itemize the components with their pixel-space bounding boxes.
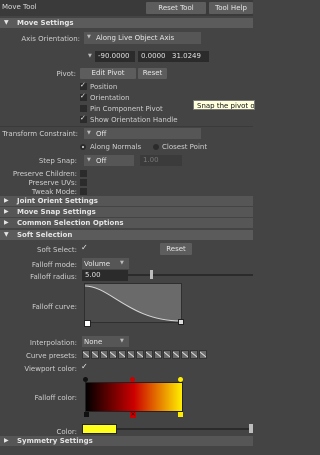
pivot-label: Pivot:	[56, 70, 76, 78]
color-stop-black-marker[interactable]	[84, 412, 89, 417]
falloff-radius-label: Falloff radius:	[30, 273, 77, 281]
dropdown-arrow-icon: ▼	[87, 157, 91, 163]
curve-key-start[interactable]	[84, 320, 91, 327]
coord-x-field[interactable]: -90.0000	[95, 51, 135, 62]
curve-preset-button[interactable]	[145, 350, 153, 359]
color-slider-handle[interactable]	[249, 424, 253, 433]
interpolation-dropdown[interactable]: None ▼	[82, 336, 129, 347]
falloff-radius-slider-handle[interactable]	[149, 270, 153, 279]
tool-help-button[interactable]: Tool Help	[209, 2, 253, 14]
falloff-mode-dropdown[interactable]: Volume ▼	[82, 258, 129, 269]
coord-z-field[interactable]: 31.0249	[169, 51, 209, 62]
curve-preset-button[interactable]	[118, 350, 126, 359]
falloff-curve-editor[interactable]	[84, 283, 182, 323]
preserve-children-label: Preserve Children:	[12, 170, 77, 178]
curve-preset-button[interactable]	[127, 350, 135, 359]
triangle-down-icon: ▼	[4, 19, 9, 26]
curve-preset-button[interactable]	[109, 350, 117, 359]
falloff-radius-slider-track	[128, 274, 253, 276]
orientation-label: Orientation	[90, 94, 130, 102]
falloff-curve-graph	[85, 285, 181, 322]
curve-preset-button[interactable]	[163, 350, 171, 359]
falloff-curve-label: Falloff curve:	[32, 303, 77, 311]
triangle-down-icon: ▼	[4, 231, 9, 238]
falloff-color-label: Falloff color:	[34, 394, 77, 402]
color-label: Color:	[56, 428, 77, 436]
falloff-color-gradient[interactable]	[85, 382, 183, 412]
soft-select-reset-button[interactable]: Reset	[160, 243, 192, 255]
tooltip: Snap the pivot ori	[193, 100, 255, 110]
coord-y-field[interactable]: 0.0000	[138, 51, 173, 62]
joint-orient-settings-header[interactable]: ▶ Joint Orient Settings	[0, 196, 253, 206]
check-icon[interactable]: ✓	[81, 243, 88, 252]
curve-preset-button[interactable]	[190, 350, 198, 359]
preserve-uvs-label: Preserve UVs:	[28, 179, 77, 187]
transform-constraint-dropdown[interactable]: ▼ Off	[84, 128, 201, 139]
pin-component-pivot-checkbox[interactable]	[80, 105, 87, 112]
dropdown-arrow-icon[interactable]: ▼	[88, 53, 92, 59]
pivot-reset-button[interactable]: Reset	[138, 68, 167, 79]
curve-preset-button[interactable]	[91, 350, 99, 359]
triangle-right-icon: ▶	[4, 219, 9, 226]
curve-preset-button[interactable]	[181, 350, 189, 359]
curve-preset-button[interactable]	[136, 350, 144, 359]
soft-selection-header[interactable]: ▼ Soft Selection	[0, 230, 253, 240]
reset-tool-button[interactable]: Reset Tool	[146, 2, 206, 14]
divider	[0, 126, 253, 127]
tweak-mode-checkbox[interactable]	[80, 188, 87, 195]
curve-key-end[interactable]	[178, 319, 184, 325]
curve-presets-row	[82, 350, 212, 360]
triangle-right-icon: ▶	[4, 197, 9, 204]
common-selection-options-header[interactable]: ▶ Common Selection Options	[0, 218, 253, 228]
curve-preset-button[interactable]	[154, 350, 162, 359]
axis-orientation-dropdown[interactable]: ▼ Along Live Object Axis	[84, 32, 201, 44]
closest-point-label: Closest Point	[162, 143, 208, 151]
color-swatch[interactable]	[82, 424, 117, 434]
symmetry-settings-header[interactable]: ▶ Symmetry Settings	[0, 436, 253, 446]
dropdown-arrow-icon: ▼	[120, 338, 124, 344]
pin-component-pivot-label: Pin Component Pivot	[90, 105, 163, 113]
dropdown-arrow-icon: ▼	[87, 34, 91, 40]
window-title: Move Tool	[2, 3, 37, 11]
step-snap-dropdown[interactable]: ▼ Off	[84, 155, 134, 166]
viewport-color-label: Viewport color:	[24, 365, 77, 373]
color-slider-track	[117, 428, 253, 430]
position-label: Position	[90, 83, 118, 91]
preserve-uvs-checkbox[interactable]	[80, 179, 87, 186]
transform-constraint-label: Transform Constraint:	[2, 130, 78, 138]
interpolation-label: Interpolation:	[29, 339, 77, 347]
step-snap-amount-field[interactable]: 1.00	[140, 155, 182, 166]
along-normals-radio[interactable]	[80, 144, 86, 150]
falloff-mode-label: Falloff mode:	[31, 261, 77, 269]
show-orientation-handle-checkbox[interactable]	[80, 114, 87, 123]
position-checkbox[interactable]	[80, 81, 87, 90]
curve-preset-button[interactable]	[82, 350, 90, 359]
orientation-checkbox[interactable]	[80, 92, 87, 101]
curve-preset-button[interactable]	[172, 350, 180, 359]
dropdown-arrow-icon: ▼	[120, 260, 124, 266]
move-settings-header[interactable]: ▼ Move Settings	[0, 18, 253, 28]
triangle-right-icon: ▶	[4, 208, 9, 215]
triangle-right-icon: ▶	[4, 437, 9, 444]
curve-preset-button[interactable]	[100, 350, 108, 359]
closest-point-radio[interactable]	[153, 144, 159, 150]
show-orientation-handle-label: Show Orientation Handle	[90, 116, 178, 124]
check-icon[interactable]: ✓	[81, 362, 88, 371]
color-stop-red-marker[interactable]: ✕	[130, 412, 136, 418]
preserve-children-checkbox[interactable]	[80, 170, 87, 177]
edit-pivot-button[interactable]: Edit Pivot	[80, 68, 136, 79]
dropdown-arrow-icon: ▼	[87, 130, 91, 136]
step-snap-label: Step Snap:	[38, 157, 77, 165]
curve-presets-label: Curve presets:	[25, 352, 77, 360]
color-stop-yellow-marker[interactable]	[178, 412, 183, 417]
tweak-mode-label: Tweak Mode:	[31, 188, 77, 196]
falloff-radius-field[interactable]: 5.00	[82, 270, 128, 281]
along-normals-label: Along Normals	[90, 143, 142, 151]
move-snap-settings-header[interactable]: ▶ Move Snap Settings	[0, 207, 253, 217]
soft-select-label: Soft Select:	[37, 246, 77, 254]
curve-preset-button[interactable]	[199, 350, 207, 359]
axis-orientation-label: Axis Orientation:	[21, 35, 80, 43]
